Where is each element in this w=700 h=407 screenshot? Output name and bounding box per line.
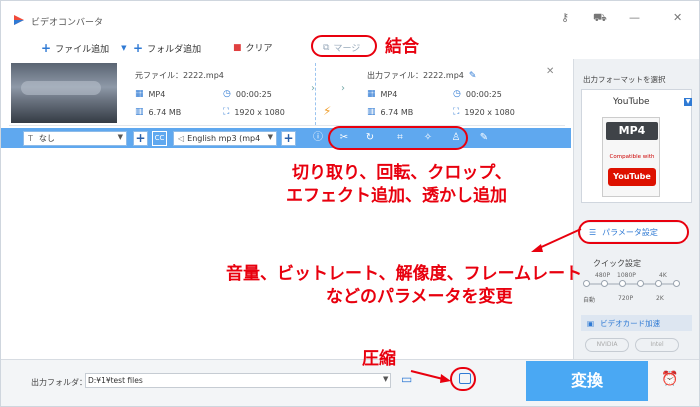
source-resolution: ⛶ 1920 x 1080 bbox=[223, 107, 285, 117]
add-audio-button[interactable]: + bbox=[281, 131, 296, 146]
clear-label: クリア bbox=[245, 44, 273, 54]
mp4-label: MP4 bbox=[606, 122, 658, 140]
output-folder-label: 出力フォルダ： bbox=[31, 378, 87, 387]
alarm-clock-icon[interactable]: ⏰ bbox=[661, 371, 678, 387]
compatible-label: Compatible with bbox=[609, 154, 655, 160]
text-icon: T bbox=[28, 134, 33, 143]
add-file-label: ファイル追加 bbox=[55, 44, 110, 55]
quality-tick: 2K bbox=[656, 295, 664, 302]
close-window-icon[interactable]: ✕ bbox=[673, 11, 682, 24]
add-subtitle-button[interactable]: + bbox=[133, 131, 148, 146]
lightning-icon: ⚡ bbox=[323, 104, 332, 118]
quality-tick: 720P bbox=[618, 295, 634, 302]
intel-badge: Intel bbox=[635, 338, 679, 352]
quality-slider-stop bbox=[619, 280, 626, 287]
quality-slider-stop bbox=[655, 280, 662, 287]
remove-file-icon[interactable]: ✕ bbox=[546, 66, 554, 77]
output-folder-input[interactable]: D:¥1¥test files bbox=[85, 373, 391, 388]
info-icon[interactable]: ⓘ bbox=[311, 130, 325, 146]
quick-settings-label: クイック設定 bbox=[593, 259, 641, 268]
file-size-icon: ▥ bbox=[135, 107, 144, 117]
plus-icon: + bbox=[133, 41, 144, 55]
output-size: ▥ 6.74 MB bbox=[367, 107, 414, 117]
chevron-down-icon[interactable]: ▼ bbox=[121, 44, 126, 52]
output-resolution: ⛶ 1920 x 1080 bbox=[453, 107, 515, 117]
app-logo-icon bbox=[14, 15, 24, 25]
resolution-icon: ⛶ bbox=[223, 107, 230, 117]
title-bar: ビデオコンバータ ⚷ ⛟ — ✕ bbox=[1, 1, 699, 37]
clear-button[interactable]: ■ クリア bbox=[233, 41, 273, 55]
output-duration: ◷ 00:00:25 bbox=[453, 89, 502, 99]
edit-pencil-icon[interactable]: ✎ bbox=[469, 71, 477, 81]
gpu-chip-icon: ▣ bbox=[587, 318, 595, 328]
divider bbox=[315, 63, 316, 125]
plus-icon: + bbox=[41, 41, 52, 55]
arrow-right-icon: › bbox=[311, 83, 315, 94]
quality-slider-stop bbox=[673, 280, 680, 287]
quality-tick: 480P bbox=[595, 272, 611, 279]
annotation-params-line1: 音量、ビットレート、解像度、フレームレート bbox=[226, 264, 583, 284]
subtitle-select[interactable]: T なし ▼ bbox=[23, 131, 127, 146]
output-file-name: 出力ファイル：2222.mp4 ✎ bbox=[367, 70, 477, 81]
source-format: ▦ MP4 bbox=[135, 89, 166, 99]
add-file-button[interactable]: + ファイル追加 ▼ bbox=[41, 41, 126, 55]
quality-tick: 自動 bbox=[583, 297, 596, 304]
output-format: ▦ MP4 bbox=[367, 89, 398, 99]
gpu-acceleration-toggle[interactable]: ▣ ビデオカード加速 bbox=[581, 315, 692, 331]
arrow-to-compress bbox=[410, 370, 451, 383]
source-file-name: 元ファイル：2222.mp4 bbox=[135, 71, 224, 80]
cc-icon[interactable]: CC bbox=[152, 131, 167, 146]
nvidia-badge: NVIDIA bbox=[585, 338, 629, 352]
convert-button[interactable]: 変換 bbox=[526, 361, 648, 401]
arrow-right-icon: › bbox=[341, 83, 345, 94]
compress-highlight bbox=[450, 367, 476, 391]
speaker-icon: ◁ bbox=[178, 134, 185, 143]
clock-icon: ◷ bbox=[223, 89, 231, 99]
format-icon: ▦ bbox=[367, 89, 376, 99]
format-name: YouTube bbox=[613, 97, 650, 107]
arrow-to-parameters bbox=[531, 228, 582, 252]
annotation-merge: 結合 bbox=[385, 37, 419, 57]
toolbar: + ファイル追加 ▼ + フォルダ追加 ■ クリア ⧉ マージ bbox=[1, 37, 573, 59]
quality-slider-stop bbox=[601, 280, 608, 287]
source-duration: ◷ 00:00:25 bbox=[223, 89, 272, 99]
minimize-icon[interactable]: — bbox=[629, 11, 640, 24]
key-icon[interactable]: ⚷ bbox=[561, 11, 569, 24]
app-window: ビデオコンバータ ⚷ ⛟ — ✕ + ファイル追加 ▼ + フォルダ追加 ■ ク… bbox=[0, 0, 700, 407]
source-size: ▥ 6.74 MB bbox=[135, 107, 182, 117]
add-folder-label: フォルダ追加 bbox=[147, 44, 202, 55]
youtube-logo: YouTube bbox=[608, 168, 656, 186]
video-thumbnail[interactable] bbox=[11, 63, 117, 123]
format-icon: ▦ bbox=[135, 89, 144, 99]
chevron-down-icon[interactable]: ▼ bbox=[383, 375, 388, 383]
annotation-edit-line1: 切り取り、回転、クロップ、 bbox=[292, 163, 512, 183]
chevron-down-icon[interactable]: ▼ bbox=[684, 98, 692, 106]
audio-track-select[interactable]: ◁ English mp3 (mp4 ▼ bbox=[173, 131, 277, 146]
quality-tick: 1080P bbox=[617, 272, 636, 279]
annotation-compress: 圧縮 bbox=[362, 349, 396, 369]
add-folder-button[interactable]: + フォルダ追加 bbox=[133, 41, 201, 55]
app-title: ビデオコンバータ bbox=[31, 18, 104, 28]
cart-icon[interactable]: ⛟ bbox=[593, 11, 607, 26]
merge-highlight bbox=[311, 35, 377, 57]
trash-icon: ■ bbox=[233, 42, 242, 53]
annotation-edit-line2: エフェクト追加、透かし追加 bbox=[286, 186, 507, 206]
quality-tick: 4K bbox=[659, 272, 667, 279]
chevron-down-icon: ▼ bbox=[267, 133, 273, 141]
quality-slider-handle[interactable] bbox=[583, 280, 590, 287]
quality-slider[interactable] bbox=[585, 283, 677, 285]
resolution-icon: ⛶ bbox=[453, 107, 460, 117]
youtube-format-card[interactable]: MP4 Compatible with YouTube bbox=[602, 117, 660, 197]
format-panel-title: 出力フォーマットを選択 bbox=[583, 75, 666, 84]
clock-icon: ◷ bbox=[453, 89, 461, 99]
chevron-down-icon: ▼ bbox=[117, 133, 123, 141]
annotation-params-line2: などのパラメータを変更 bbox=[326, 287, 513, 307]
edit-brush-icon[interactable]: ✎ bbox=[477, 130, 491, 146]
file-size-icon: ▥ bbox=[367, 107, 376, 117]
quality-slider-stop bbox=[637, 280, 644, 287]
edit-tools-highlight bbox=[328, 126, 468, 150]
parameter-settings-highlight bbox=[578, 220, 689, 244]
